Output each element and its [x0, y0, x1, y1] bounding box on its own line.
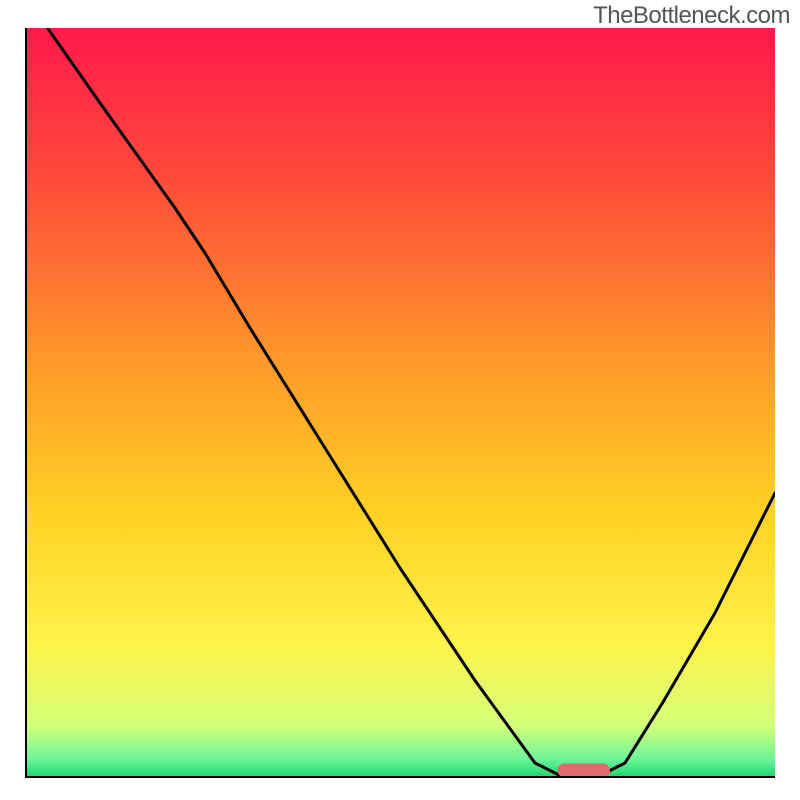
chart-background-gradient	[25, 28, 775, 778]
chart-area	[25, 28, 775, 778]
chart-svg	[25, 28, 775, 778]
optimal-marker	[558, 764, 611, 778]
watermark-text: TheBottleneck.com	[593, 2, 790, 30]
